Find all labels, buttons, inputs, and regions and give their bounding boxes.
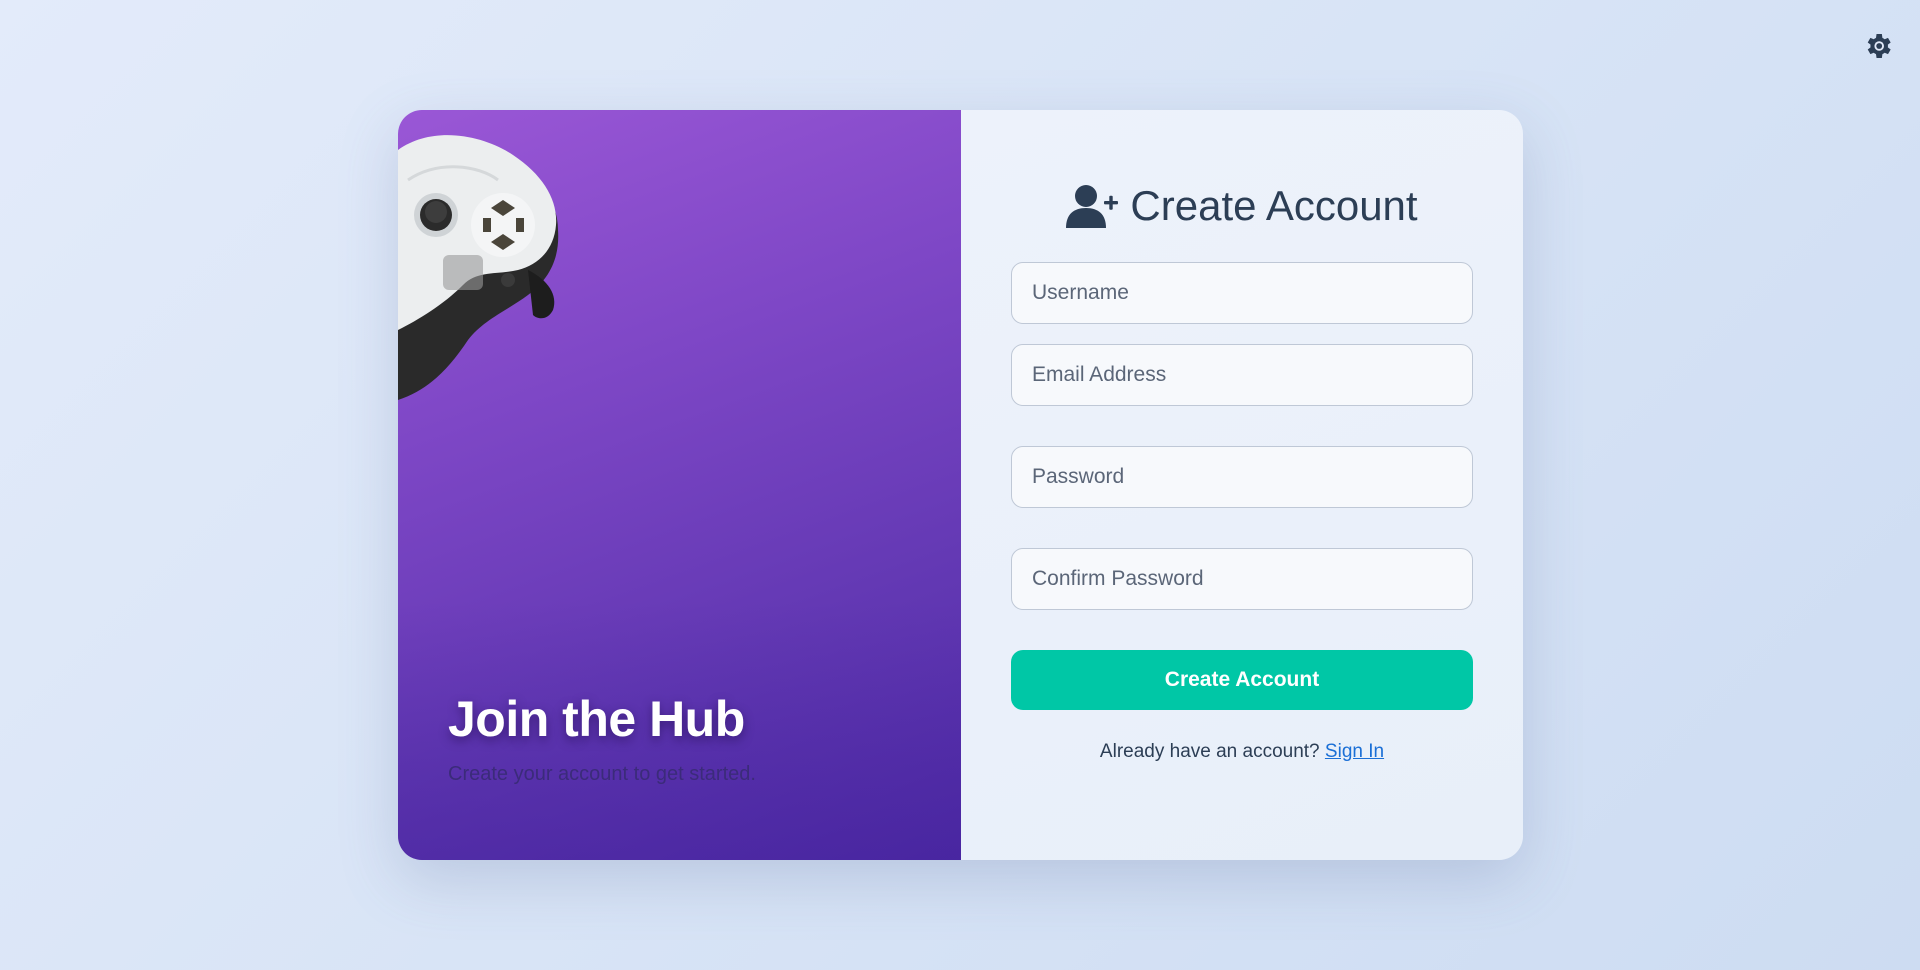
gear-icon: [1867, 34, 1891, 58]
signin-link[interactable]: Sign In: [1325, 741, 1384, 762]
form-panel: Create Account Create Account Already ha…: [961, 110, 1523, 860]
create-account-button[interactable]: Create Account: [1011, 650, 1473, 710]
email-field[interactable]: [1011, 344, 1473, 406]
hero-subtitle: Create your account to get started.: [448, 763, 756, 785]
hero-title: Join the Hub: [448, 691, 745, 747]
theme-toggle-button[interactable]: [1860, 28, 1896, 64]
username-field[interactable]: [1011, 262, 1473, 324]
signin-row: Already have an account? Sign In: [961, 741, 1523, 763]
form-heading: Create Account: [961, 182, 1523, 230]
signin-prompt: Already have an account?: [1099, 741, 1320, 762]
hero-panel: Join the Hub Create your account to get …: [398, 110, 961, 860]
form-title: Create Account: [1130, 182, 1418, 229]
password-field[interactable]: [1011, 446, 1473, 508]
game-controller-image: [398, 135, 559, 400]
user-plus-icon: [1066, 185, 1119, 228]
confirm-password-field[interactable]: [1011, 548, 1473, 610]
signup-card: Join the Hub Create your account to get …: [398, 110, 1523, 860]
